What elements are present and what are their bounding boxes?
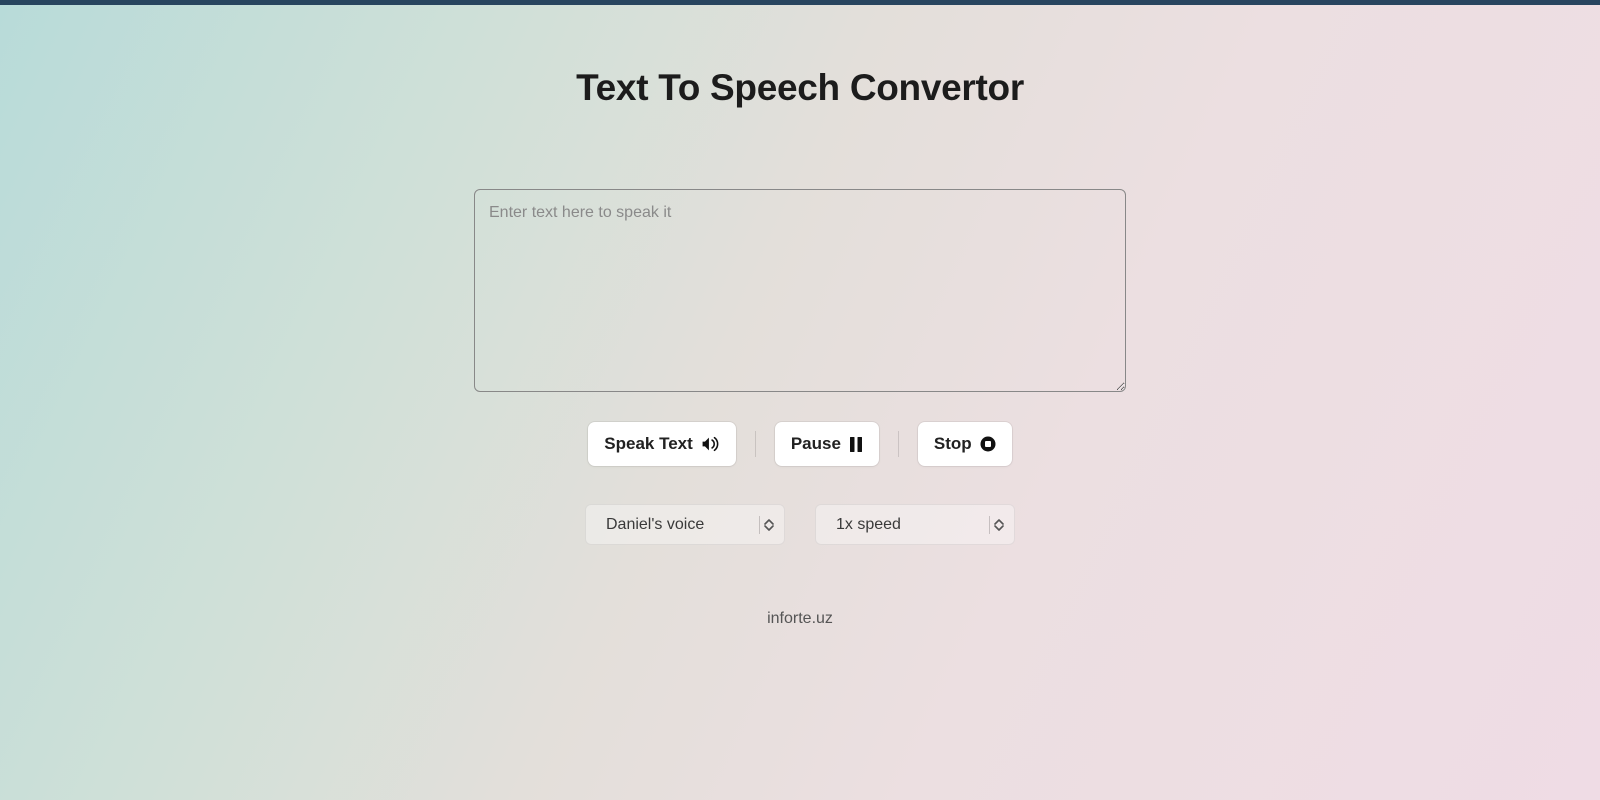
stop-button[interactable]: Stop — [918, 422, 1012, 466]
volume-icon — [701, 436, 720, 452]
speak-button[interactable]: Speak Text — [588, 422, 736, 466]
speed-select[interactable]: 1x speed — [815, 504, 1015, 545]
footer-text: inforte.uz — [767, 610, 833, 628]
controls-row: Speak Text Pause Stop — [588, 422, 1011, 466]
speak-button-label: Speak Text — [604, 434, 693, 454]
select-stepper-icon — [759, 516, 774, 534]
page-title: Text To Speech Convertor — [576, 67, 1024, 109]
stop-icon — [980, 436, 996, 452]
pause-icon — [849, 437, 863, 452]
text-input[interactable] — [474, 189, 1126, 392]
speed-select-value: 1x speed — [836, 516, 901, 534]
separator — [898, 431, 899, 457]
pause-button[interactable]: Pause — [775, 422, 879, 466]
separator — [755, 431, 756, 457]
select-stepper-icon — [989, 516, 1004, 534]
pause-button-label: Pause — [791, 434, 841, 454]
voice-select-value: Daniel's voice — [606, 516, 704, 534]
options-row: Daniel's voice 1x speed — [585, 504, 1015, 545]
stop-button-label: Stop — [934, 434, 972, 454]
voice-select[interactable]: Daniel's voice — [585, 504, 785, 545]
main-container: Text To Speech Convertor Speak Text Paus… — [0, 5, 1600, 628]
